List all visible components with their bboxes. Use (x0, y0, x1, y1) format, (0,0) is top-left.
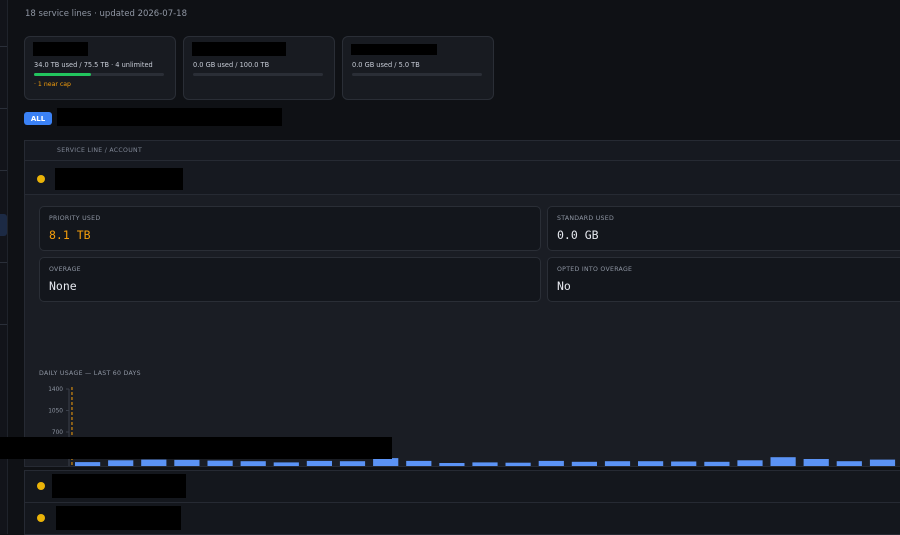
near-cap-warning: · 1 near cap (34, 81, 71, 88)
usage-bar (638, 461, 664, 466)
redacted-service-line-name (55, 168, 183, 190)
sidebar-divider (0, 262, 7, 263)
summary-card[interactable]: 0.0 GB used / 5.0 TB (342, 36, 494, 100)
daily-usage-chart: 03507001050140005-2005-2405-2806-0106-05… (48, 387, 896, 466)
usage-bar (836, 461, 862, 466)
status-dot-icon (37, 514, 45, 522)
usage-bar (406, 460, 432, 466)
usage-bar (373, 458, 399, 466)
y-tick-label: 1050 (48, 409, 63, 415)
sidebar-divider (0, 170, 7, 171)
usage-bar (869, 459, 896, 466)
column-header: SERVICE LINE / ACCOUNT (57, 147, 143, 154)
usage-bar (273, 462, 299, 466)
usage-bar (306, 460, 332, 466)
service-lines-table: SERVICE LINE / ACCOUNT PRIORITY USED 8.1… (24, 140, 900, 467)
sidebar-divider (0, 324, 7, 325)
sidebar-item-active[interactable] (0, 214, 7, 236)
y-tick-label: 1400 (48, 387, 63, 393)
card-usage-text: 0.0 GB used / 100.0 TB (193, 61, 270, 69)
usage-bar (671, 461, 697, 466)
usage-progress-track (34, 73, 164, 76)
redacted-filter-chips (57, 108, 282, 126)
usage-bar (538, 460, 564, 466)
y-tick-label: 700 (52, 430, 63, 436)
summary-card[interactable]: 34.0 TB used / 75.5 TB · 4 unlimited · 1… (24, 36, 176, 100)
redacted-service-line-name (56, 506, 181, 530)
usage-progress-track (352, 73, 482, 76)
usage-bar (174, 459, 200, 466)
usage-bar (75, 462, 101, 466)
usage-bar (108, 460, 134, 466)
usage-bar (339, 461, 366, 466)
redacted-banner (0, 437, 392, 459)
usage-bar (803, 459, 829, 466)
usage-bar (240, 461, 266, 466)
service-line-row[interactable] (24, 470, 900, 503)
usage-bar (472, 462, 498, 466)
sidebar-divider (0, 46, 7, 47)
card-usage-text: 0.0 GB used / 5.0 TB (352, 61, 420, 69)
usage-progress-fill (34, 73, 92, 76)
status-dot-icon (37, 175, 45, 183)
usage-bar (704, 461, 730, 466)
redacted-service-line-name (52, 474, 186, 498)
usage-bar (505, 462, 531, 466)
usage-bar (207, 460, 233, 466)
usage-progress-track (193, 73, 323, 76)
usage-bar (439, 463, 465, 466)
usage-bar (770, 457, 796, 466)
filter-all-button[interactable]: ALL (24, 112, 52, 125)
card-usage-text: 34.0 TB used / 75.5 TB · 4 unlimited (34, 61, 153, 69)
summary-card[interactable]: 0.0 GB used / 100.0 TB (183, 36, 335, 100)
usage-bar (141, 459, 167, 466)
page-subtitle: 18 service lines · updated 2026-07-18 (25, 9, 187, 19)
redacted-card-name (33, 42, 88, 56)
usage-bar (571, 461, 597, 466)
redacted-card-name (351, 44, 437, 55)
usage-bar (737, 460, 763, 466)
redacted-card-name (192, 42, 286, 56)
service-line-row-expanded[interactable] (25, 161, 900, 195)
status-dot-icon (37, 482, 45, 490)
sidebar-divider (0, 108, 7, 109)
usage-bar (604, 461, 631, 466)
service-line-detail: PRIORITY USED 8.1 TB STANDARD USED 0.0 G… (25, 195, 900, 466)
service-line-row[interactable] (24, 502, 900, 535)
